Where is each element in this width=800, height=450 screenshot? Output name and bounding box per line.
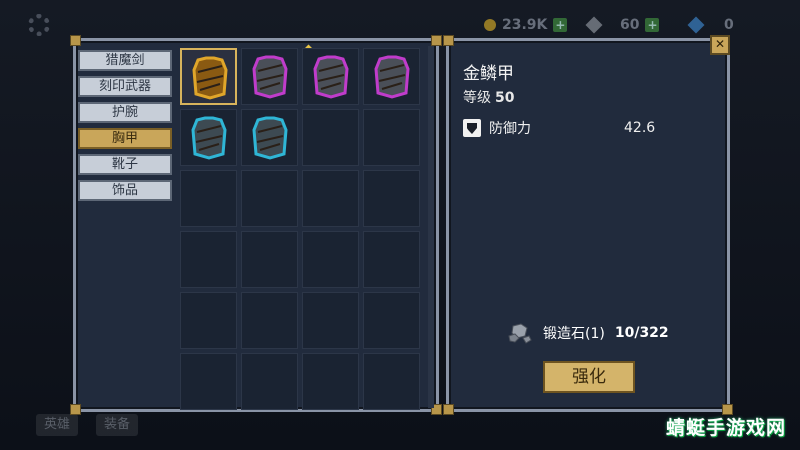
- inventory-grid: [180, 44, 420, 410]
- tab-accessory[interactable]: 饰品: [78, 180, 172, 201]
- tab-engraved-weapon[interactable]: 刻印武器: [78, 76, 172, 97]
- panel-corner: [70, 35, 81, 46]
- gold-counter: 23.9K +: [484, 14, 568, 36]
- forge-material-row: 锻造石(1) 10/322: [507, 321, 669, 345]
- watermark: 蜻蜓手游戏网: [665, 417, 786, 439]
- panel-corner: [70, 404, 81, 415]
- upgrade-button[interactable]: 强化: [543, 361, 635, 393]
- inventory-slot[interactable]: [363, 48, 420, 105]
- key-icon: [585, 16, 603, 34]
- gem-icon: [687, 16, 705, 34]
- material-label: 锻造石(1): [543, 326, 605, 342]
- inventory-slot[interactable]: [180, 170, 237, 227]
- tab-chest-armor[interactable]: 胸甲: [78, 128, 172, 149]
- inventory-slot[interactable]: [363, 231, 420, 288]
- inventory-scrollbar[interactable]: [428, 46, 434, 408]
- inventory-slot[interactable]: [302, 48, 359, 105]
- inventory-slot[interactable]: [241, 109, 298, 166]
- inventory-slot[interactable]: [180, 109, 237, 166]
- hero-button[interactable]: 英雄: [36, 414, 79, 436]
- inventory-slot[interactable]: [180, 231, 237, 288]
- inventory-slot[interactable]: [363, 353, 420, 410]
- material-count: 10/322: [614, 325, 669, 341]
- inventory-slot[interactable]: [241, 170, 298, 227]
- purple-robe-icon: [374, 55, 410, 99]
- inventory-slot[interactable]: [302, 231, 359, 288]
- keys-value: 60: [620, 17, 640, 33]
- tab-bracer[interactable]: 护腕: [78, 102, 172, 123]
- inventory-slot[interactable]: [241, 231, 298, 288]
- inventory-slot[interactable]: [180, 353, 237, 410]
- panel-corner: [443, 35, 454, 46]
- key-counter: 60 +: [585, 14, 660, 36]
- category-tabs: 猎魔剑 刻印武器 护腕 胸甲 靴子 饰品: [78, 50, 172, 206]
- inventory-slot[interactable]: [363, 292, 420, 349]
- inventory-slot[interactable]: [241, 292, 298, 349]
- inventory-slot[interactable]: [241, 44, 314, 105]
- equipment-button[interactable]: 装备: [96, 414, 139, 436]
- gems-value: 0: [724, 17, 734, 33]
- shield-icon: [463, 119, 481, 137]
- inventory-slot[interactable]: [241, 353, 298, 410]
- equipment-inventory-panel: 猎魔剑 刻印武器 护腕 胸甲 靴子 饰品: [70, 35, 442, 415]
- item-level: 等级 50: [463, 87, 514, 107]
- inventory-slot[interactable]: [180, 292, 237, 349]
- top-resource-bar: 23.9K + 60 + 0: [0, 10, 800, 40]
- close-button[interactable]: ✕: [710, 35, 730, 55]
- level-label: 等级: [463, 90, 491, 106]
- defense-stat-row: 防御力 42.6: [463, 117, 713, 139]
- inventory-slot[interactable]: [302, 170, 359, 227]
- inventory-slot[interactable]: [302, 353, 359, 410]
- level-value: 50: [495, 90, 515, 106]
- forge-stone-icon: [508, 323, 532, 344]
- panel-corner: [443, 404, 454, 415]
- add-key-plus-icon[interactable]: +: [645, 18, 660, 32]
- inventory-slot[interactable]: [302, 292, 359, 349]
- inventory-slot[interactable]: [363, 170, 420, 227]
- defense-label: 防御力: [489, 121, 531, 137]
- gem-counter: 0: [687, 14, 734, 36]
- inventory-slot[interactable]: [302, 109, 359, 166]
- gold-value: 23.9K: [502, 17, 548, 33]
- teal-robe-icon: [191, 116, 227, 160]
- settings-gear-icon[interactable]: [28, 14, 50, 36]
- inventory-slot[interactable]: [363, 109, 420, 166]
- add-gold-plus-icon[interactable]: +: [553, 18, 568, 32]
- coin-icon: [484, 19, 496, 31]
- defense-value: 42.6: [624, 120, 656, 136]
- steel-armor-icon: [252, 55, 288, 99]
- mossy-armor-icon: [313, 55, 349, 99]
- panel-corner: [431, 35, 442, 46]
- item-detail-panel: ✕ 金鳞甲 等级 50 防御力 42.6 锻造石(1) 10/322 强化: [443, 35, 733, 415]
- tab-demon-sword[interactable]: 猎魔剑: [78, 50, 172, 71]
- gold-armor-icon: [192, 56, 228, 100]
- item-name: 金鳞甲: [463, 64, 514, 84]
- tab-boots[interactable]: 靴子: [78, 154, 172, 175]
- teal-vest-icon: [252, 116, 288, 160]
- inventory-slot[interactable]: [180, 48, 237, 105]
